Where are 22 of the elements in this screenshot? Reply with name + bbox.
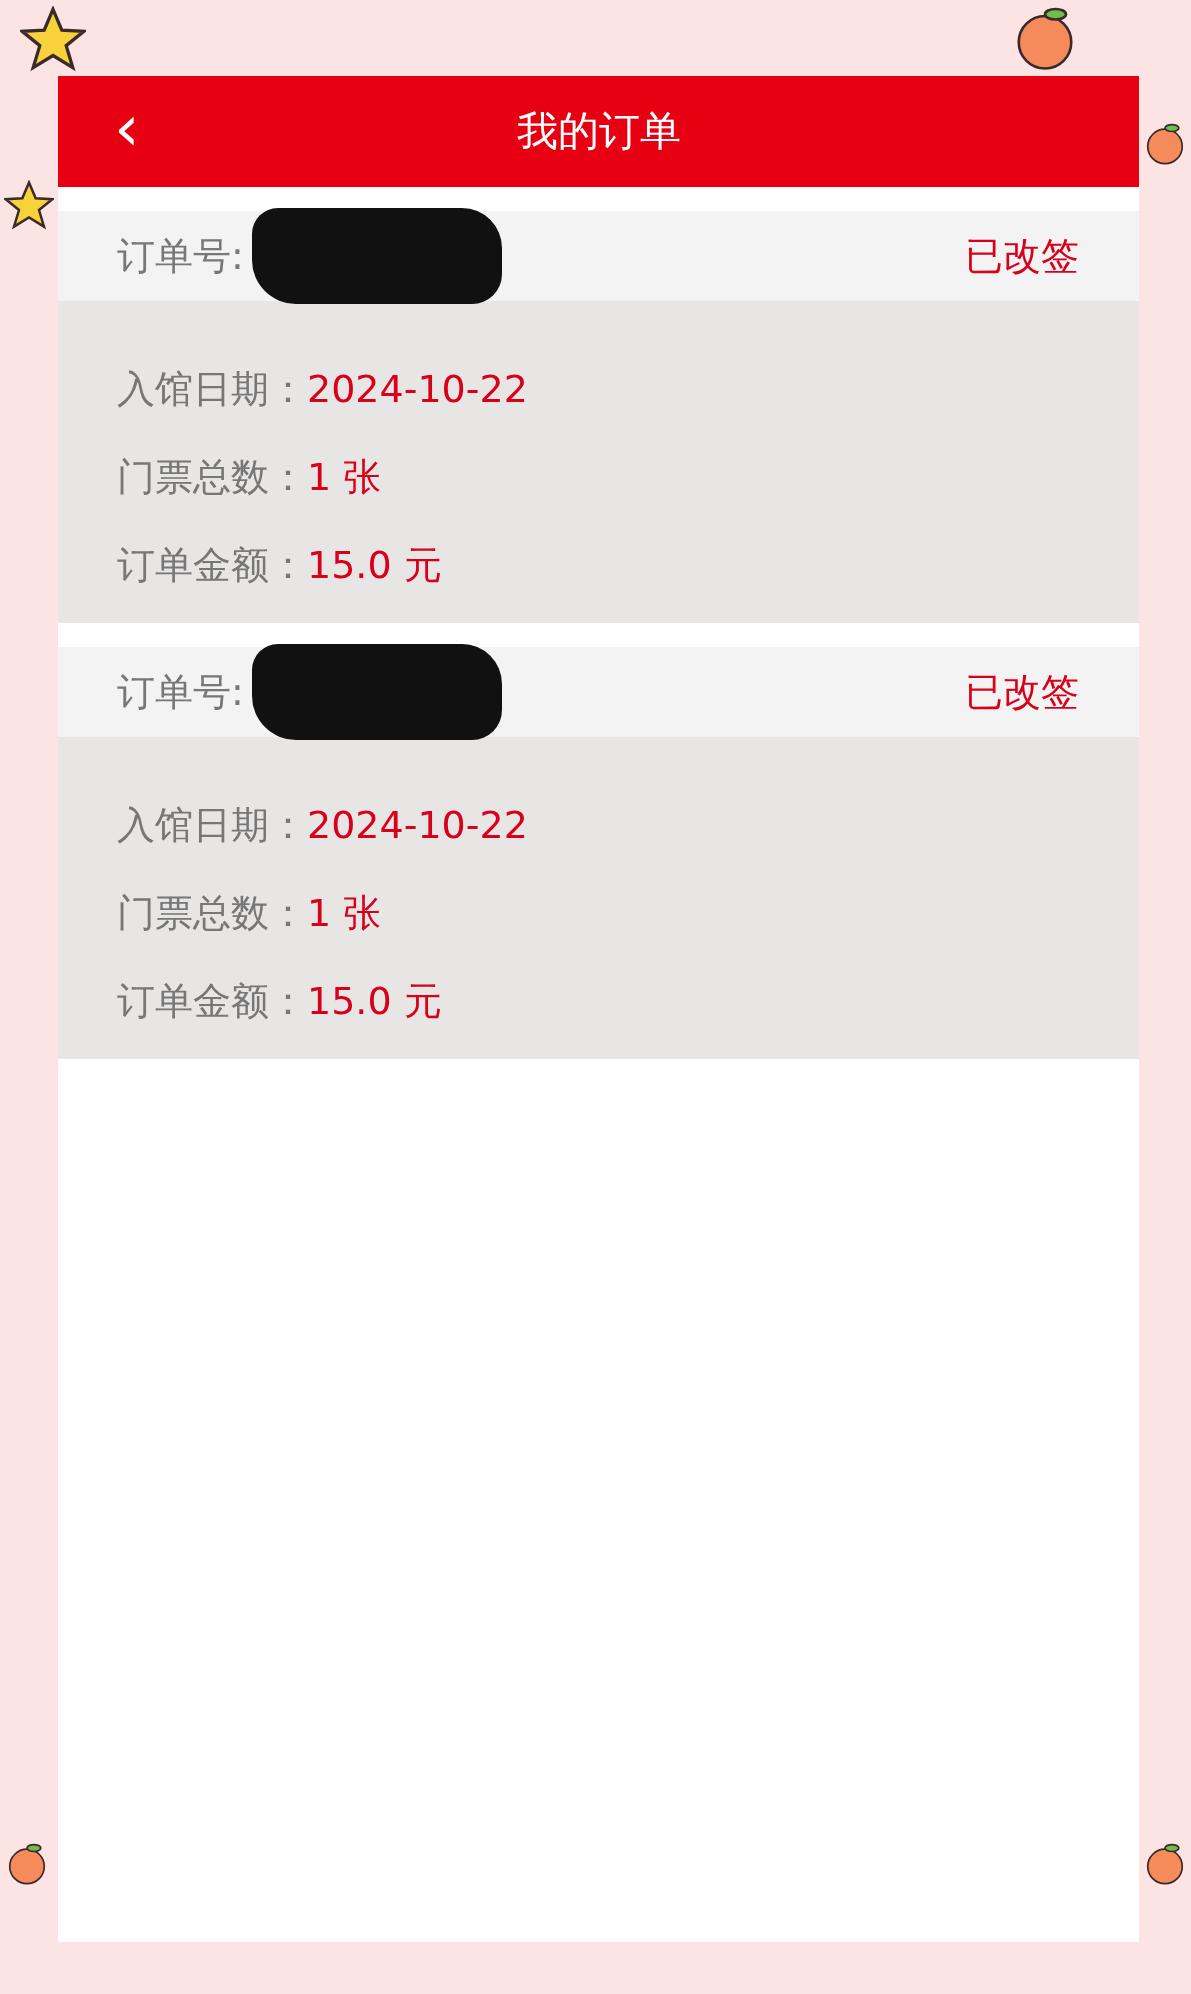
order-card[interactable]: 订单号: 已改签 入馆日期：2024-10-22 门票总数：1 张 订单金额：15.0 元 <box>58 211 1139 623</box>
field-value: 15.0 元 <box>307 977 442 1025</box>
field-label: 入馆日期： <box>117 365 307 413</box>
order-status: 已改签 <box>965 668 1079 716</box>
back-button[interactable]: ‹ <box>106 95 148 168</box>
order-number-label: 订单号: <box>117 668 244 716</box>
star-icon <box>20 6 86 72</box>
field-value: 1 张 <box>307 453 382 501</box>
field-value: 1 张 <box>307 889 382 937</box>
field-value: 2024-10-22 <box>307 367 528 411</box>
order-card[interactable]: 订单号: 已改签 入馆日期：2024-10-22 门票总数：1 张 订单金额：15.0 元 <box>58 647 1139 1059</box>
field-label: 订单金额： <box>117 977 307 1025</box>
field-label: 订单金额： <box>117 541 307 589</box>
field-label: 入馆日期： <box>117 801 307 849</box>
field-value: 2024-10-22 <box>307 803 528 847</box>
order-number-label: 订单号: <box>117 232 244 280</box>
field-label: 门票总数： <box>117 889 307 937</box>
star-icon <box>4 180 54 230</box>
order-status: 已改签 <box>965 232 1079 280</box>
field-value: 15.0 元 <box>307 541 442 589</box>
field-label: 门票总数： <box>117 453 307 501</box>
page-title: 我的订单 <box>516 106 681 157</box>
